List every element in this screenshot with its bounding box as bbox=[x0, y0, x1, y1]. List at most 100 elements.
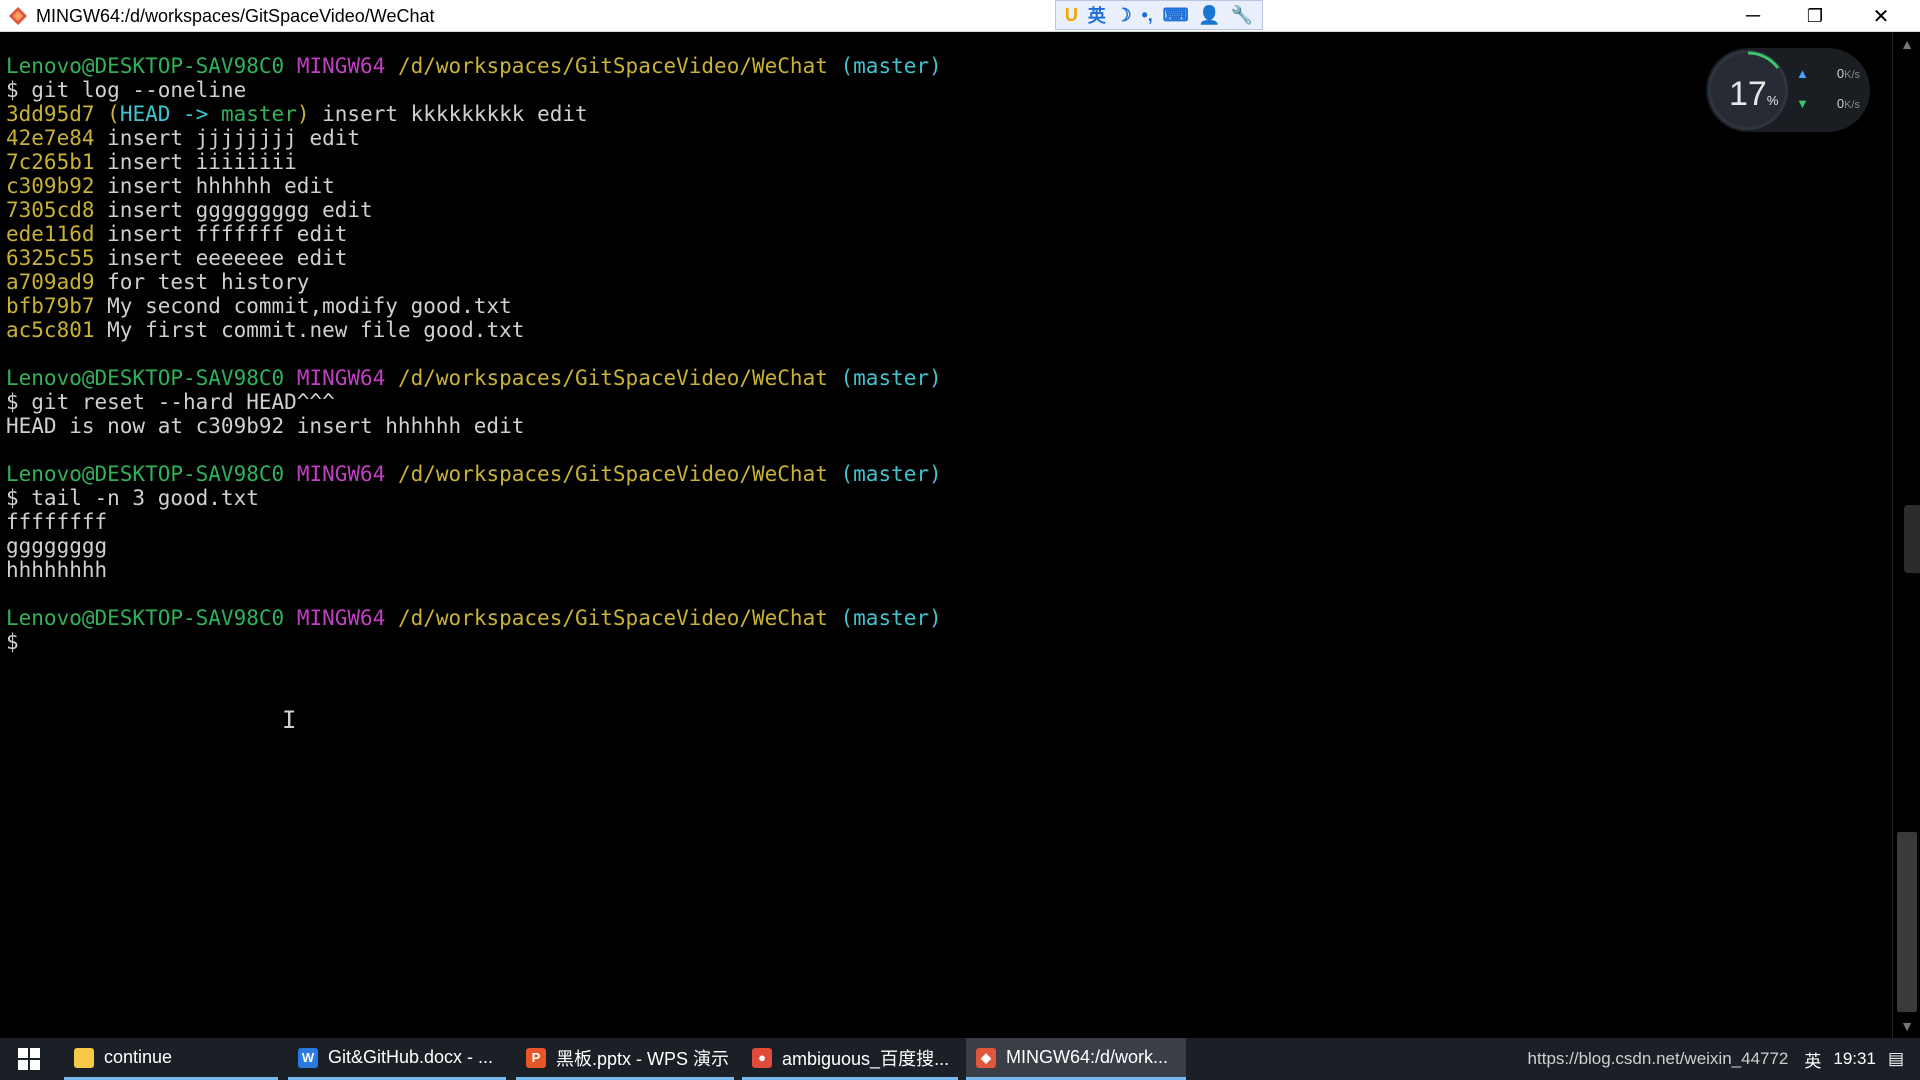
scroll-thumb[interactable] bbox=[1897, 832, 1917, 1012]
download-arrow-icon: ▼ bbox=[1796, 96, 1809, 111]
commit-message: insert jjjjjjjj edit bbox=[94, 126, 361, 150]
commit-ref-branch: master bbox=[220, 102, 297, 126]
commit-message: insert iiiiiiii bbox=[94, 150, 297, 174]
commit-message: insert ggggggggg edit bbox=[94, 198, 373, 222]
terminal-output: Lenovo@DESKTOP-SAV98C0 MINGW64 /d/worksp… bbox=[6, 54, 942, 654]
commit-hash: ac5c801 bbox=[6, 318, 95, 342]
output-line: gggggggg bbox=[6, 534, 942, 558]
commit-line: ede116d insert fffffff edit bbox=[6, 222, 942, 246]
folder-icon bbox=[74, 1047, 94, 1068]
prompt-user: Lenovo@DESKTOP-SAV98C0 bbox=[6, 606, 285, 630]
prompt-branch: (master) bbox=[840, 54, 942, 78]
ime-keyboard-icon[interactable]: ⌨ bbox=[1163, 5, 1189, 26]
output-line: HEAD is now at c309b92 insert hhhhhh edi… bbox=[6, 414, 942, 438]
commit-message: My second commit,modify good.txt bbox=[94, 294, 512, 318]
close-button[interactable]: ✕ bbox=[1858, 0, 1904, 32]
commit-message: for test history bbox=[94, 270, 310, 294]
commit-line: bfb79b7 My second commit,modify good.txt bbox=[6, 294, 942, 318]
side-panel-tab[interactable] bbox=[1904, 505, 1920, 573]
commit-line: c309b92 insert hhhhhh edit bbox=[6, 174, 942, 198]
ime-toolbar[interactable]: U 英 ☽ •, ⌨ 👤 🔧 bbox=[1055, 0, 1263, 30]
commit-hash: ede116d bbox=[6, 222, 95, 246]
ime-punctuation-icon[interactable]: •, bbox=[1141, 5, 1152, 26]
restore-button[interactable]: ❐ bbox=[1792, 0, 1838, 32]
taskbar-item[interactable]: continue bbox=[64, 1038, 278, 1080]
commit-hash: bfb79b7 bbox=[6, 294, 95, 318]
prompt-line: Lenovo@DESKTOP-SAV98C0 MINGW64 /d/worksp… bbox=[6, 366, 942, 390]
scroll-down-icon[interactable]: ▼ bbox=[1893, 1014, 1920, 1038]
network-monitor-widget[interactable]: 17% ▲ 0K/s ▼ 0K/s bbox=[1706, 48, 1870, 132]
tray-language[interactable]: 英 bbox=[1804, 1047, 1821, 1072]
notification-icon[interactable]: ▤ bbox=[1888, 1049, 1904, 1069]
prompt-shell: MINGW64 bbox=[296, 366, 386, 390]
prompt-branch: (master) bbox=[840, 462, 942, 486]
commit-line: 7305cd8 insert ggggggggg edit bbox=[6, 198, 942, 222]
commit-line: a709ad9 for test history bbox=[6, 270, 942, 294]
commit-line: 7c265b1 insert iiiiiiii bbox=[6, 150, 942, 174]
taskbar-item-label: MINGW64:/d/work... bbox=[1006, 1047, 1169, 1067]
prompt-path: /d/workspaces/GitSpaceVideo/WeChat bbox=[397, 606, 828, 630]
prompt-branch: (master) bbox=[840, 366, 942, 390]
git-bash-icon bbox=[9, 7, 27, 25]
commit-ref-close: ) bbox=[296, 102, 310, 126]
output-text: $ tail -n 3 good.txt bbox=[6, 486, 259, 510]
prompt-line: Lenovo@DESKTOP-SAV98C0 MINGW64 /d/worksp… bbox=[6, 54, 942, 78]
output-line: $ bbox=[6, 630, 942, 654]
commit-message: insert hhhhhh edit bbox=[94, 174, 335, 198]
wps-presentation-icon: P bbox=[526, 1047, 546, 1068]
taskbar-item[interactable]: W Git&GitHub.docx - ... bbox=[288, 1038, 506, 1080]
ime-tools-icon[interactable]: 🔧 bbox=[1231, 5, 1253, 26]
taskbar: continue W Git&GitHub.docx - ... P 黑板.pptx -… bbox=[0, 1038, 1920, 1080]
output-text: $ git reset --hard HEAD^^^ bbox=[6, 390, 335, 414]
window-title: MINGW64:/d/workspaces/GitSpaceVideo/WeCh… bbox=[36, 6, 435, 26]
taskbar-item[interactable]: ● ambiguous_百度搜... bbox=[742, 1038, 958, 1080]
output-text: HEAD is now at c309b92 insert hhhhhh edi… bbox=[6, 414, 525, 438]
tray-watermark-url: https://blog.csdn.net/weixin_44772 bbox=[1527, 1049, 1789, 1068]
download-unit: K/s bbox=[1844, 99, 1861, 111]
tray-clock[interactable]: 19:31 bbox=[1833, 1049, 1876, 1069]
taskbar-item[interactable]: P 黑板.pptx - WPS 演示 bbox=[516, 1038, 734, 1080]
ime-user-icon[interactable]: 👤 bbox=[1198, 5, 1220, 26]
prompt-shell: MINGW64 bbox=[296, 606, 386, 630]
output-text: ffffffff bbox=[6, 510, 108, 534]
terminal-area[interactable]: Lenovo@DESKTOP-SAV98C0 MINGW64 /d/worksp… bbox=[0, 32, 1892, 1038]
taskbar-item-label: ambiguous_百度搜... bbox=[782, 1048, 950, 1069]
output-line: hhhhhhhh bbox=[6, 558, 942, 582]
prompt-branch: (master) bbox=[840, 606, 942, 630]
output-text: $ bbox=[6, 630, 19, 654]
text-cursor-icon: I bbox=[282, 706, 297, 734]
prompt-path: /d/workspaces/GitSpaceVideo/WeChat bbox=[397, 366, 828, 390]
prompt-line: Lenovo@DESKTOP-SAV98C0 MINGW64 /d/worksp… bbox=[6, 462, 942, 486]
output-line: $ git log --oneline bbox=[6, 78, 942, 102]
scroll-up-icon[interactable]: ▲ bbox=[1893, 32, 1920, 56]
prompt-path: /d/workspaces/GitSpaceVideo/WeChat bbox=[397, 54, 828, 78]
ime-logo-icon[interactable]: U bbox=[1065, 5, 1078, 26]
system-tray: https://blog.csdn.net/weixin_44772 英 19:… bbox=[1528, 1038, 1910, 1080]
prompt-user: Lenovo@DESKTOP-SAV98C0 bbox=[6, 54, 285, 78]
prompt-user: Lenovo@DESKTOP-SAV98C0 bbox=[6, 366, 285, 390]
upload-arrow-icon: ▲ bbox=[1796, 66, 1809, 81]
commit-line: 6325c55 insert eeeeeee edit bbox=[6, 246, 942, 270]
commit-hash: 6325c55 bbox=[6, 246, 95, 270]
minimize-button[interactable]: ─ bbox=[1730, 0, 1776, 32]
commit-ref-open: ( bbox=[107, 102, 120, 126]
ime-language-toggle[interactable]: 英 bbox=[1088, 2, 1106, 28]
prompt-line: Lenovo@DESKTOP-SAV98C0 MINGW64 /d/worksp… bbox=[6, 606, 942, 630]
commit-hash: 3dd95d7 bbox=[6, 102, 95, 126]
git-bash-icon: ◆ bbox=[976, 1047, 996, 1068]
ime-halfwidth-icon[interactable]: ☽ bbox=[1116, 5, 1132, 26]
output-text: $ git log --oneline bbox=[6, 78, 247, 102]
commit-message: My first commit.new file good.txt bbox=[94, 318, 525, 342]
commit-message: insert kkkkkkkkk edit bbox=[309, 102, 588, 126]
output-line: ffffffff bbox=[6, 510, 942, 534]
commit-line: 42e7e84 insert jjjjjjjj edit bbox=[6, 126, 942, 150]
taskbar-item[interactable]: ◆ MINGW64:/d/work... bbox=[966, 1038, 1186, 1080]
cpu-usage-gauge: 17% bbox=[1708, 50, 1788, 130]
windows-logo-icon bbox=[18, 1048, 40, 1070]
start-button[interactable] bbox=[0, 1038, 58, 1080]
commit-ref-head: HEAD -> bbox=[119, 102, 221, 126]
prompt-shell: MINGW64 bbox=[296, 462, 386, 486]
